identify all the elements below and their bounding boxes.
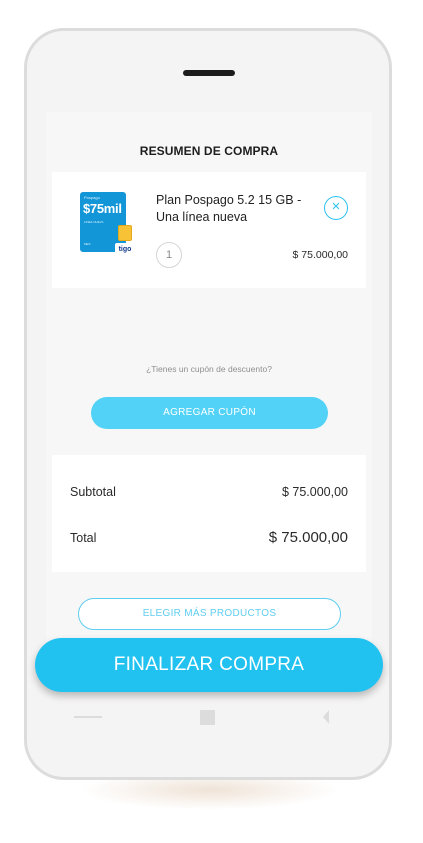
home-icon[interactable] (200, 710, 215, 725)
product-card: Pospago $75mil LINEA NUEVA MES tigo Plan… (52, 172, 366, 288)
subtotal-value: $ 75.000,00 (281, 485, 348, 499)
close-icon: ✕ (331, 201, 341, 213)
total-label: Total (70, 531, 97, 545)
back-icon[interactable] (74, 716, 102, 718)
sim-chip-icon (118, 225, 132, 241)
subtotal-label: Subtotal (70, 485, 116, 499)
recent-apps-icon[interactable] (323, 710, 329, 724)
product-image: Pospago $75mil LINEA NUEVA MES tigo (80, 192, 135, 257)
quantity-badge[interactable]: 1 (156, 242, 182, 268)
totals-card: Subtotal $ 75.000,00 Total $ 75.000,00 (52, 455, 366, 572)
page-title: RESUMEN DE COMPRA (139, 144, 279, 158)
sim-plan-label: Pospago (84, 195, 100, 200)
product-price: $ 75.000,00 (292, 249, 348, 261)
sim-line-label: LINEA NUEVA (84, 220, 104, 224)
phone-speaker (183, 70, 235, 76)
cart-screen: RESUMEN DE COMPRA Pospago $75mil LINEA N… (46, 112, 372, 642)
checkout-button[interactable]: FINALIZAR COMPRA (35, 638, 383, 692)
sim-footer: MES (84, 242, 91, 246)
total-value: $ 75.000,00 (268, 529, 348, 546)
add-coupon-button[interactable]: AGREGAR CUPÓN (91, 397, 328, 429)
product-name: Plan Pospago 5.2 15 GB - Una línea nueva (156, 193, 302, 224)
sim-amount: $75mil (83, 201, 122, 216)
brand-logo: tigo (115, 243, 135, 257)
choose-more-products-button[interactable]: ELEGIR MÁS PRODUCTOS (78, 598, 341, 630)
remove-product-button[interactable]: ✕ (324, 196, 348, 220)
coupon-question: ¿Tienes un cupón de descuento? (146, 364, 272, 374)
